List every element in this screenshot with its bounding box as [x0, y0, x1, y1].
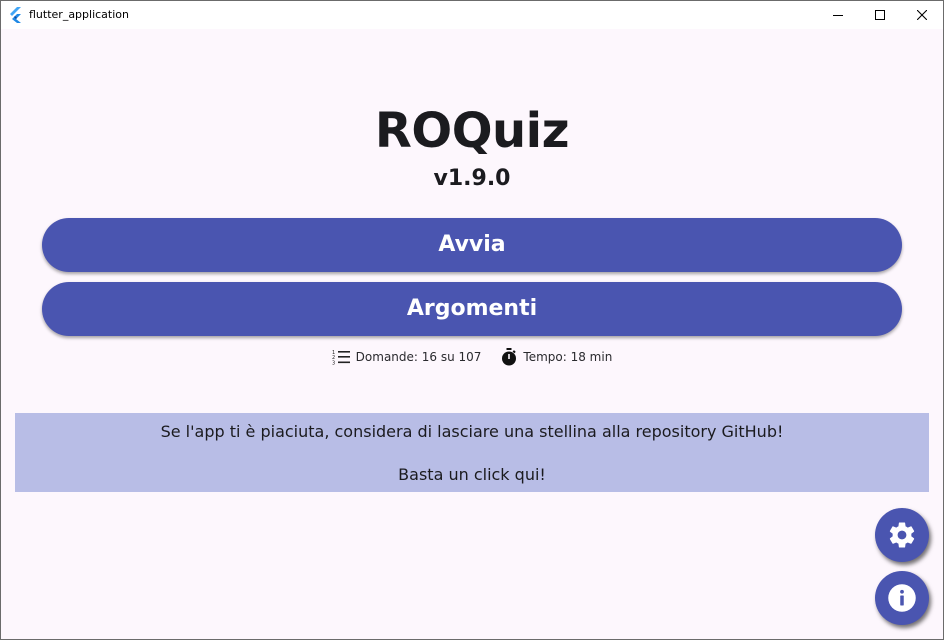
questions-info: 1 2 3 Domande: 16 su 107 [332, 349, 482, 365]
maximize-button[interactable] [859, 1, 901, 29]
github-star-banner[interactable]: Se l'app ti è piaciuta, considera di las… [15, 413, 929, 492]
questions-info-label: Domande: 16 su 107 [355, 350, 482, 364]
banner-link-text[interactable]: Basta un click qui! [15, 465, 929, 485]
topics-button[interactable]: Argomenti [42, 282, 902, 336]
numbered-list-icon: 1 2 3 [332, 350, 350, 366]
gear-icon [889, 522, 915, 548]
info-button[interactable] [875, 571, 929, 625]
app-window: flutter_application ROQuiz v1.9.0 Avvia … [0, 0, 944, 640]
close-icon [917, 10, 927, 20]
minimize-button[interactable] [817, 1, 859, 29]
flutter-logo-icon [10, 7, 21, 23]
settings-button[interactable] [875, 508, 929, 562]
close-button[interactable] [901, 1, 943, 29]
app-version: v1.9.0 [433, 166, 511, 191]
app-title: ROQuiz [374, 103, 570, 159]
svg-text:3: 3 [332, 361, 335, 366]
time-info-label: Tempo: 18 min [523, 350, 613, 364]
info-icon [888, 584, 916, 612]
maximize-icon [875, 10, 885, 20]
minimize-icon [833, 15, 843, 16]
quiz-info-row: 1 2 3 Domande: 16 su 107 Tempo: 18 min [1, 347, 943, 367]
banner-message: Se l'app ti è piaciuta, considera di las… [160, 422, 784, 441]
timer-icon [502, 348, 517, 366]
time-info: Tempo: 18 min [501, 348, 612, 366]
start-quiz-button[interactable]: Avvia [42, 218, 902, 272]
window-title: flutter_application [29, 8, 129, 21]
title-bar[interactable]: flutter_application [1, 1, 943, 29]
